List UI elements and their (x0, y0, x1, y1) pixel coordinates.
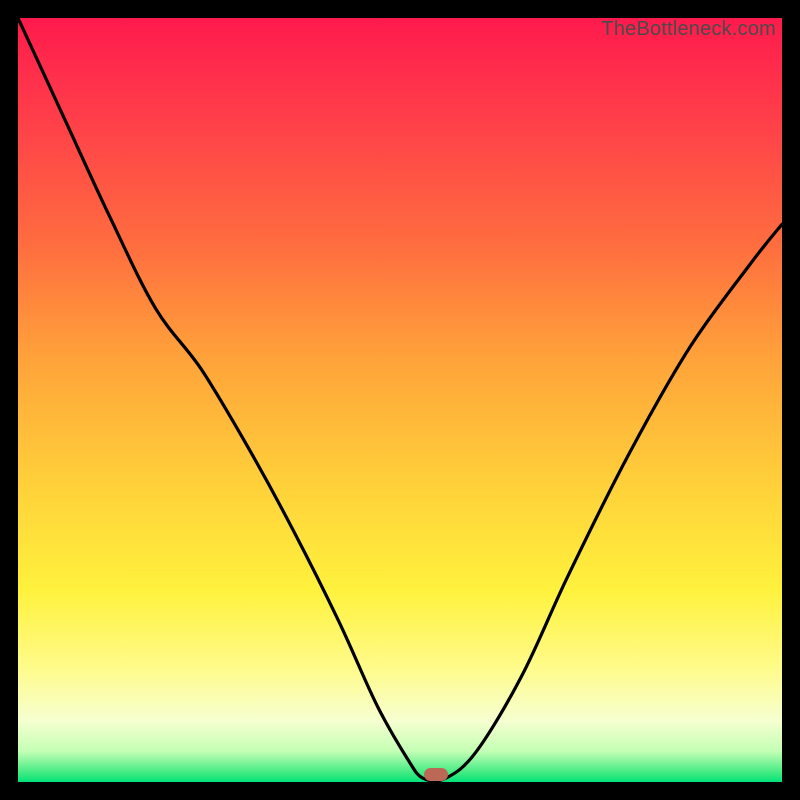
curve-path (18, 18, 782, 781)
optimal-marker (424, 768, 448, 781)
chart-frame: TheBottleneck.com (0, 0, 800, 800)
plot-area: TheBottleneck.com (18, 18, 782, 782)
bottleneck-curve (18, 18, 782, 782)
